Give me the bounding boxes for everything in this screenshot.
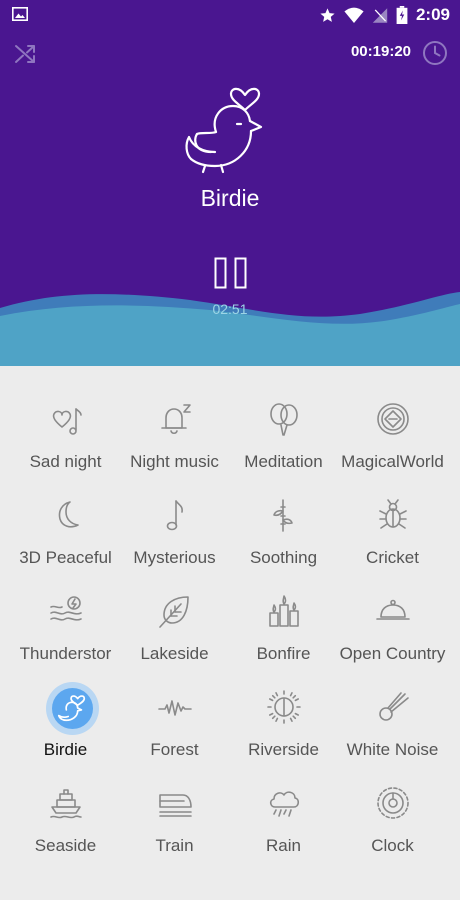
- sound-item-riverside[interactable]: Riverside: [226, 677, 341, 773]
- sound-item-night-music[interactable]: Night music: [117, 389, 232, 485]
- sun-icon: [267, 690, 301, 724]
- sound-label: Seaside: [34, 836, 97, 855]
- shuffle-icon[interactable]: [13, 42, 37, 66]
- sound-item-lakeside[interactable]: Lakeside: [117, 581, 232, 677]
- sound-item-open-country[interactable]: Open Country: [335, 581, 450, 677]
- sound-item-birdie[interactable]: Birdie: [8, 677, 123, 773]
- bug-icon: [379, 499, 407, 529]
- sound-item-bonfire[interactable]: Bonfire: [226, 581, 341, 677]
- sound-item-forest[interactable]: Forest: [117, 677, 232, 773]
- train-icon: [159, 794, 192, 817]
- cloche-icon: [376, 599, 410, 620]
- sound-label: Riverside: [248, 740, 319, 759]
- sound-label: Cricket: [366, 548, 419, 567]
- sound-item-meditation[interactable]: Meditation: [226, 389, 341, 485]
- sound-item-seaside[interactable]: Seaside: [8, 773, 123, 869]
- sound-item-soothing[interactable]: Soothing: [226, 485, 341, 581]
- sound-label: Soothing: [249, 548, 318, 567]
- sound-label: White Noise: [346, 740, 439, 759]
- sound-label: Mysterious: [133, 548, 216, 567]
- rain-cloud-icon: [269, 791, 300, 817]
- sound-label: Thunderstor: [19, 644, 112, 663]
- bamboo-icon: [273, 499, 293, 532]
- leaf-icon: [159, 596, 189, 628]
- track-title: Birdie: [200, 185, 260, 211]
- sound-item-mysterious[interactable]: Mysterious: [117, 485, 232, 581]
- clock-time: 2:09: [415, 5, 450, 24]
- sound-label: MagicalWorld: [341, 452, 444, 471]
- thunder-waves-icon: [50, 596, 82, 621]
- bird-icon: [57, 695, 86, 722]
- balloons-icon: [270, 403, 298, 436]
- waveform-icon: [158, 700, 192, 716]
- sound-label: Clock: [371, 836, 414, 855]
- sound-label: Bonfire: [256, 644, 311, 663]
- sound-item-cricket[interactable]: Cricket: [335, 485, 450, 581]
- sound-label: Night music: [130, 452, 219, 471]
- sleep-timer-value[interactable]: 00:19:20: [351, 43, 411, 60]
- sound-label: Forest: [150, 740, 199, 759]
- sound-label: 3D Peaceful: [19, 548, 112, 567]
- sound-label: Open Country: [339, 644, 446, 663]
- sound-label: Lakeside: [140, 644, 209, 663]
- sound-item-magicalworld[interactable]: MagicalWorld: [335, 389, 450, 485]
- sound-item-train[interactable]: Train: [117, 773, 232, 869]
- elapsed-time: 02:51: [212, 301, 248, 317]
- candles-icon: [269, 595, 299, 627]
- wave-decoration: [0, 292, 460, 366]
- sound-item-3d-peaceful[interactable]: 3D Peaceful: [8, 485, 123, 581]
- sound-item-sad-night[interactable]: Sad night: [8, 389, 123, 485]
- sound-label: Rain: [266, 836, 301, 855]
- star-icon: [320, 7, 335, 22]
- battery-icon: [396, 6, 408, 24]
- signal-icon: [372, 7, 388, 23]
- sound-item-rain[interactable]: Rain: [226, 773, 341, 869]
- comet-icon: [379, 692, 409, 721]
- wifi-icon: [344, 7, 364, 23]
- clock-icon: [377, 787, 409, 819]
- photo-notification-icon: [12, 7, 28, 21]
- player-header: 2:09 00:19:20 Birdie 02:51: [0, 0, 460, 366]
- sound-item-thunderstor[interactable]: Thunderstor: [8, 581, 123, 677]
- sound-item-white-noise[interactable]: White Noise: [335, 677, 450, 773]
- music-note-icon: [166, 500, 183, 531]
- moon-icon: [58, 501, 79, 528]
- sound-item-clock[interactable]: Clock: [335, 773, 450, 869]
- sound-label: Meditation: [244, 452, 323, 471]
- timer-icon[interactable]: [422, 40, 448, 66]
- bird-icon: [185, 87, 263, 174]
- ship-icon: [50, 789, 82, 819]
- sound-label: Sad night: [29, 452, 102, 471]
- gem-icon: [377, 403, 409, 435]
- sound-label: Birdie: [43, 740, 88, 759]
- status-bar: 2:09: [0, 0, 460, 30]
- bell-icon: [161, 404, 191, 435]
- sound-label: Train: [155, 836, 194, 855]
- heart-note-icon: [52, 408, 82, 435]
